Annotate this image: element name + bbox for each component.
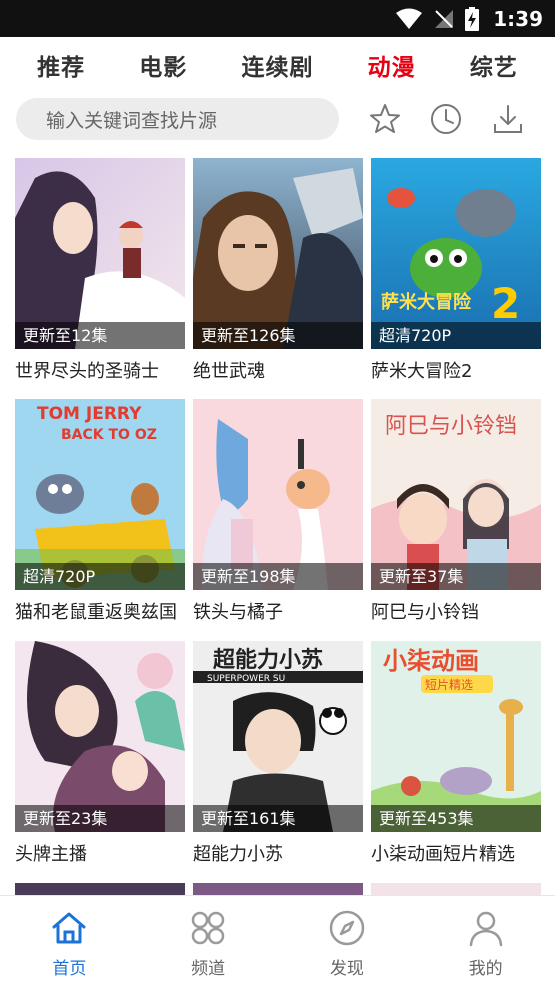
nav-channels[interactable]: 频道 [139,896,278,988]
video-title[interactable]: 猫和老鼠重返奥兹国 [15,598,185,624]
poster-image[interactable] [15,883,185,895]
nav-profile[interactable]: 我的 [416,896,555,988]
update-badge: 更新至453集 [371,805,541,832]
video-card[interactable]: 更新至126集 绝世武魂 [193,158,363,383]
svg-text:BACK TO OZ: BACK TO OZ [61,427,157,443]
poster-image[interactable]: 更新至198集 [193,399,363,590]
svg-text:萨米大冒险: 萨米大冒险 [381,291,472,313]
poster-art [193,399,363,590]
search-placeholder: 输入关键词查找片源 [46,109,218,132]
poster-art: 阿巳与小铃铛 [371,399,541,590]
svg-text:SUPERPOWER SU: SUPERPOWER SU [207,674,285,684]
svg-text:超能力小苏: 超能力小苏 [213,647,323,673]
poster-image[interactable]: 小柒动画 短片精选 更新至453集 [371,641,541,832]
video-card[interactable]: 小柒动画 短片精选 更新至453集 小柒动画短片精选 [371,641,541,866]
update-badge: 更新至161集 [193,805,363,832]
wifi-icon [396,8,423,29]
battery-charging-icon [465,6,480,31]
star-icon[interactable] [368,102,402,136]
poster-art: TOM JERRY BACK TO OZ [15,399,185,590]
video-title[interactable]: 头牌主播 [15,840,185,866]
poster-art: 小柒动画 短片精选 [371,641,541,832]
video-card[interactable]: 更新至23集 头牌主播 [15,641,185,866]
update-badge: 超清720P [371,322,541,349]
video-title[interactable]: 小柒动画短片精选 [371,840,541,866]
compass-icon [329,910,365,946]
video-title[interactable]: 萨米大冒险2 [371,357,541,383]
video-card[interactable]: 更新至12集 世界尽头的圣骑士 [15,158,185,383]
content-grid: 更新至12集 世界尽头的圣骑士 更新至126集 绝世武魂 萨米大冒险 2 超清7… [15,158,541,895]
tab-recommended[interactable]: 推荐 [37,48,85,82]
poster-art: 萨米大冒险 2 [371,158,541,349]
video-card[interactable]: 萨米大冒险 2 超清720P 萨米大冒险2 [371,158,541,383]
video-card[interactable]: 更新至198集 铁头与橘子 [193,399,363,624]
svg-text:短片精选: 短片精选 [425,678,473,692]
video-title[interactable]: 超能力小苏 [193,840,363,866]
poster-art [15,158,185,349]
history-clock-icon[interactable] [429,102,463,136]
poster-image[interactable] [371,883,541,895]
svg-text:阿巳与小铃铛: 阿巳与小铃铛 [385,414,517,439]
tab-variety[interactable]: 综艺 [470,48,518,82]
clock-time: 1:39 [493,6,543,31]
poster-image[interactable]: 更新至126集 [193,158,363,349]
poster-art [193,158,363,349]
nav-discover[interactable]: 发现 [278,896,417,988]
video-title[interactable]: 阿巳与小铃铛 [371,598,541,624]
no-signal-icon [435,9,454,28]
poster-art: 超能力小苏 SUPERPOWER SU [193,641,363,832]
poster-art [15,641,185,832]
svg-text:小柒动画: 小柒动画 [383,647,479,675]
nav-label: 发现 [329,959,364,979]
category-tabs: 推荐 电影 连续剧 动漫 综艺 [0,37,555,93]
profile-icon [469,911,502,947]
poster-image[interactable]: 更新至12集 [15,158,185,349]
nav-label: 频道 [191,959,226,979]
poster-image[interactable]: 更新至23集 [15,641,185,832]
search-row: 输入关键词查找片源 [0,96,555,144]
svg-text:TOM JERRY: TOM JERRY [37,404,142,424]
update-badge: 更新至12集 [15,322,185,349]
update-badge: 更新至126集 [193,322,363,349]
poster-image[interactable]: 萨米大冒险 2 超清720P [371,158,541,349]
download-icon[interactable] [491,102,525,136]
update-badge: 超清720P [15,563,185,590]
video-title[interactable]: 铁头与橘子 [193,598,363,624]
poster-image[interactable]: 超能力小苏 SUPERPOWER SU 更新至161集 [193,641,363,832]
poster-image[interactable] [193,883,363,895]
poster-image[interactable]: 阿巳与小铃铛 更新至37集 [371,399,541,590]
bottom-navigation: 首页 频道 发现 我的 [0,895,555,988]
channels-grid-icon [191,911,225,945]
home-icon [52,912,86,944]
nav-label: 我的 [468,959,503,979]
app-screen: 1:39 推荐 电影 连续剧 动漫 综艺 输入关键词查找片源 更新至12集 世界… [0,0,555,988]
status-bar: 1:39 [0,0,555,37]
update-badge: 更新至37集 [371,563,541,590]
update-badge: 更新至198集 [193,563,363,590]
video-title[interactable]: 绝世武魂 [193,357,363,383]
svg-text:2: 2 [491,279,520,328]
video-card[interactable]: TOM JERRY BACK TO OZ 超清720P 猫和老鼠重返奥兹国 [15,399,185,624]
tab-movies[interactable]: 电影 [139,48,187,82]
video-title[interactable]: 世界尽头的圣骑士 [15,357,185,383]
poster-image[interactable]: TOM JERRY BACK TO OZ 超清720P [15,399,185,590]
update-badge: 更新至23集 [15,805,185,832]
search-input[interactable]: 输入关键词查找片源 [16,98,339,140]
tab-tv-series[interactable]: 连续剧 [241,48,313,82]
nav-home[interactable]: 首页 [0,896,139,988]
video-card[interactable]: 超能力小苏 SUPERPOWER SU 更新至161集 超能力小苏 [193,641,363,866]
video-card[interactable]: 阿巳与小铃铛 更新至37集 阿巳与小铃铛 [371,399,541,624]
tab-anime[interactable]: 动漫 [368,48,416,82]
nav-label: 首页 [52,959,87,979]
